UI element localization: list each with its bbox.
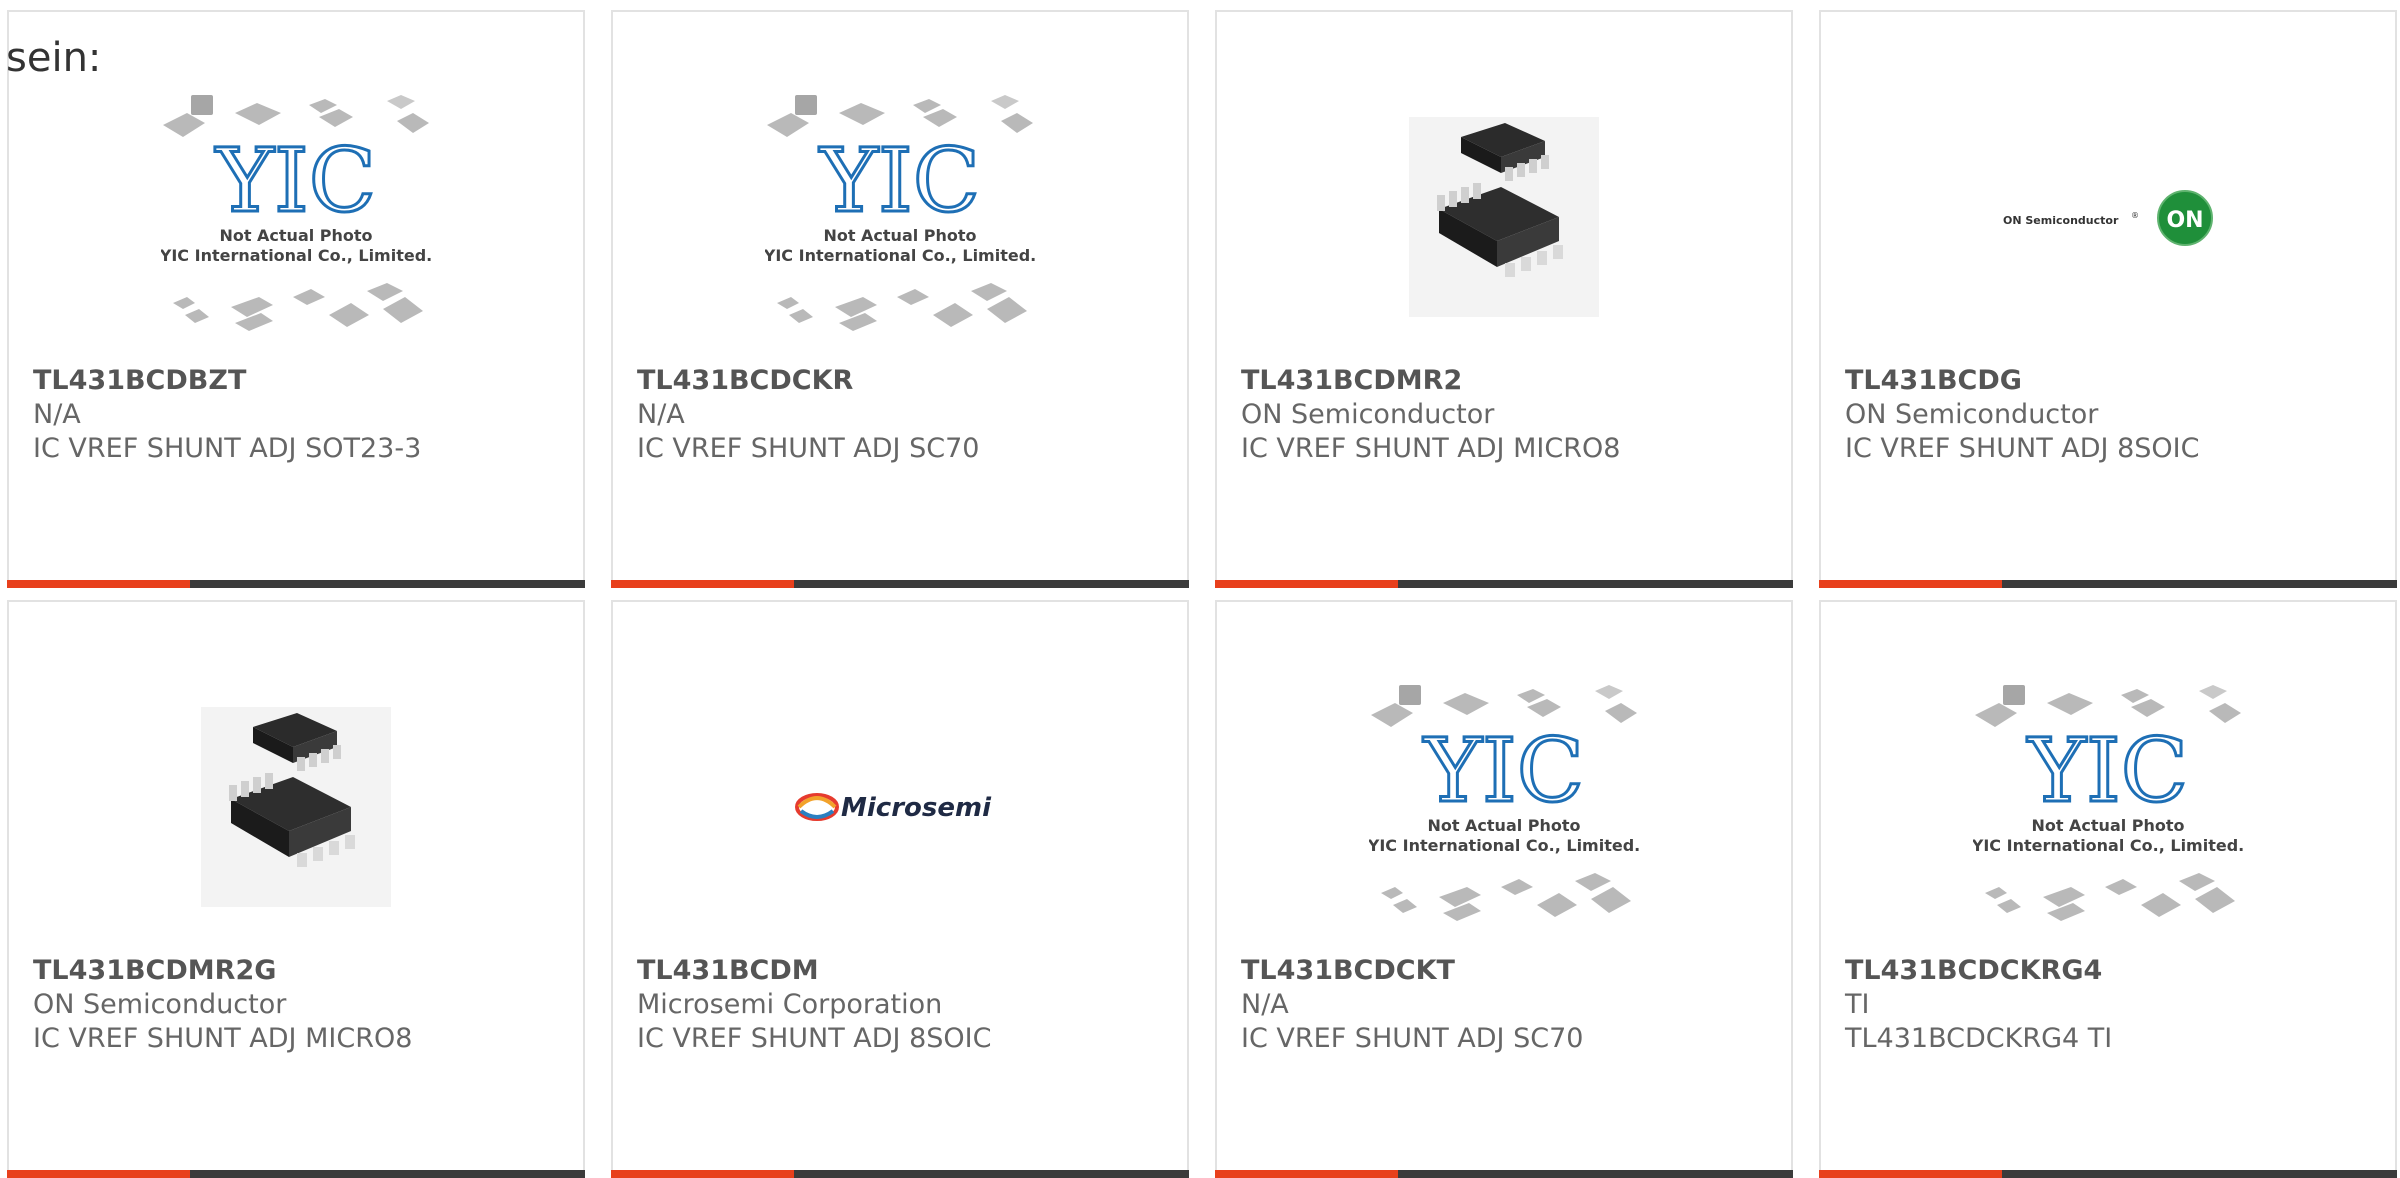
not-actual-photo-image: YIC Not Actual Photo YIC International C… xyxy=(1369,685,1639,921)
product-image[interactable]: YIC Not Actual Photo YIC International C… xyxy=(9,72,583,362)
part-description: IC VREF SHUNT ADJ 8SOIC xyxy=(637,1023,992,1054)
part-description: IC VREF SHUNT ADJ MICRO8 xyxy=(1241,433,1621,464)
product-card[interactable]: YIC Not Actual Photo YIC International C… xyxy=(1819,600,2397,1178)
not-actual-photo-image: YIC Not Actual Photo YIC International C… xyxy=(765,95,1035,331)
svg-text:Not Actual Photo: Not Actual Photo xyxy=(823,226,976,245)
microsemi-logo: Microsemi xyxy=(795,793,992,823)
product-image[interactable]: Microsemi xyxy=(613,662,1187,952)
card-footer-accent xyxy=(7,1170,190,1178)
product-card[interactable]: ON Semiconductor ® ON TL431BCDG ON Semic… xyxy=(1819,10,2397,588)
card-footer-accent xyxy=(1215,1170,1398,1178)
not-actual-photo-image: YIC Not Actual Photo YIC International C… xyxy=(161,95,431,331)
part-description: IC VREF SHUNT ADJ SC70 xyxy=(637,433,980,464)
part-number[interactable]: TL431BCDCKT xyxy=(1241,954,1775,988)
manufacturer-name: N/A xyxy=(33,399,81,430)
svg-text:YIC: YIC xyxy=(819,129,980,232)
card-footer-bar xyxy=(1819,1170,2397,1178)
card-footer-bar xyxy=(7,580,585,588)
svg-text:Not Actual Photo: Not Actual Photo xyxy=(2031,816,2184,835)
manufacturer-name: N/A xyxy=(637,399,685,430)
card-footer-accent xyxy=(1819,1170,2002,1178)
on-semiconductor-logo: ON Semiconductor ® ON xyxy=(2003,190,2213,246)
product-card[interactable]: YIC Not Actual Photo YIC International C… xyxy=(611,10,1189,588)
card-footer-bar xyxy=(611,1170,1189,1178)
manufacturer-name: ON Semiconductor xyxy=(1845,399,2099,430)
part-number[interactable]: TL431BCDMR2 xyxy=(1241,364,1775,398)
part-description: IC VREF SHUNT ADJ SC70 xyxy=(1241,1023,1584,1054)
svg-text:®: ® xyxy=(2131,211,2139,220)
svg-text:YIC International Co., Limited: YIC International Co., Limited. xyxy=(765,246,1035,265)
manufacturer-name: ON Semiconductor xyxy=(33,989,287,1020)
card-footer-accent xyxy=(1819,580,2002,588)
part-description: TL431BCDCKRG4 TI xyxy=(1845,1023,2113,1054)
product-image[interactable]: YIC Not Actual Photo YIC International C… xyxy=(1217,662,1791,952)
product-image[interactable]: YIC Not Actual Photo YIC International C… xyxy=(613,72,1187,362)
product-card[interactable]: TL431BCDMR2G ON Semiconductor IC VREF SH… xyxy=(7,600,585,1178)
svg-text:Microsemi: Microsemi xyxy=(841,793,992,823)
svg-text:ON: ON xyxy=(2166,208,2203,233)
card-footer-bar xyxy=(1215,1170,1793,1178)
product-image[interactable] xyxy=(9,662,583,952)
part-number[interactable]: TL431BCDMR2G xyxy=(33,954,567,988)
part-number[interactable]: TL431BCDBZT xyxy=(33,364,567,398)
card-footer-bar xyxy=(7,1170,585,1178)
svg-text:Not Actual Photo: Not Actual Photo xyxy=(1427,816,1580,835)
not-actual-photo-image: YIC Not Actual Photo YIC International C… xyxy=(1973,685,2243,921)
part-number[interactable]: TL431BCDCKR xyxy=(637,364,1171,398)
svg-text:YIC International Co., Limited: YIC International Co., Limited. xyxy=(161,246,431,265)
svg-text:YIC: YIC xyxy=(2027,719,2188,822)
svg-text:Not Actual Photo: Not Actual Photo xyxy=(219,226,372,245)
svg-text:YIC International Co., Limited: YIC International Co., Limited. xyxy=(1973,836,2243,855)
svg-text:YIC: YIC xyxy=(1423,719,1584,822)
svg-text:YIC: YIC xyxy=(215,129,376,232)
intro-text: sein: xyxy=(6,35,102,81)
product-card[interactable]: YIC Not Actual Photo YIC International C… xyxy=(7,10,585,588)
card-footer-accent xyxy=(611,1170,794,1178)
card-footer-bar xyxy=(611,580,1189,588)
product-card[interactable]: TL431BCDMR2 ON Semiconductor IC VREF SHU… xyxy=(1215,10,1793,588)
manufacturer-name: N/A xyxy=(1241,989,1289,1020)
part-number[interactable]: TL431BCDG xyxy=(1845,364,2379,398)
card-footer-bar xyxy=(1819,580,2397,588)
card-footer-accent xyxy=(1215,580,1398,588)
card-footer-bar xyxy=(1215,580,1793,588)
manufacturer-name: Microsemi Corporation xyxy=(637,989,943,1020)
part-description: IC VREF SHUNT ADJ 8SOIC xyxy=(1845,433,2200,464)
svg-text:ON Semiconductor: ON Semiconductor xyxy=(2003,214,2119,227)
manufacturer-name: TI xyxy=(1845,989,1870,1020)
product-card[interactable]: Microsemi TL431BCDM Microsemi Corporatio… xyxy=(611,600,1189,1178)
part-number[interactable]: TL431BCDM xyxy=(637,954,1171,988)
part-number[interactable]: TL431BCDCKRG4 xyxy=(1845,954,2379,988)
product-image[interactable]: ON Semiconductor ® ON xyxy=(1821,72,2395,362)
product-image[interactable]: YIC Not Actual Photo YIC International C… xyxy=(1821,662,2395,952)
micro8-package-image xyxy=(1409,117,1599,317)
product-image[interactable] xyxy=(1217,72,1791,362)
micro8-package-image xyxy=(201,707,391,907)
part-description: IC VREF SHUNT ADJ SOT23-3 xyxy=(33,433,422,464)
part-description: IC VREF SHUNT ADJ MICRO8 xyxy=(33,1023,413,1054)
manufacturer-name: ON Semiconductor xyxy=(1241,399,1495,430)
card-footer-accent xyxy=(7,580,190,588)
card-footer-accent xyxy=(611,580,794,588)
svg-text:YIC International Co., Limited: YIC International Co., Limited. xyxy=(1369,836,1639,855)
product-card[interactable]: YIC Not Actual Photo YIC International C… xyxy=(1215,600,1793,1178)
